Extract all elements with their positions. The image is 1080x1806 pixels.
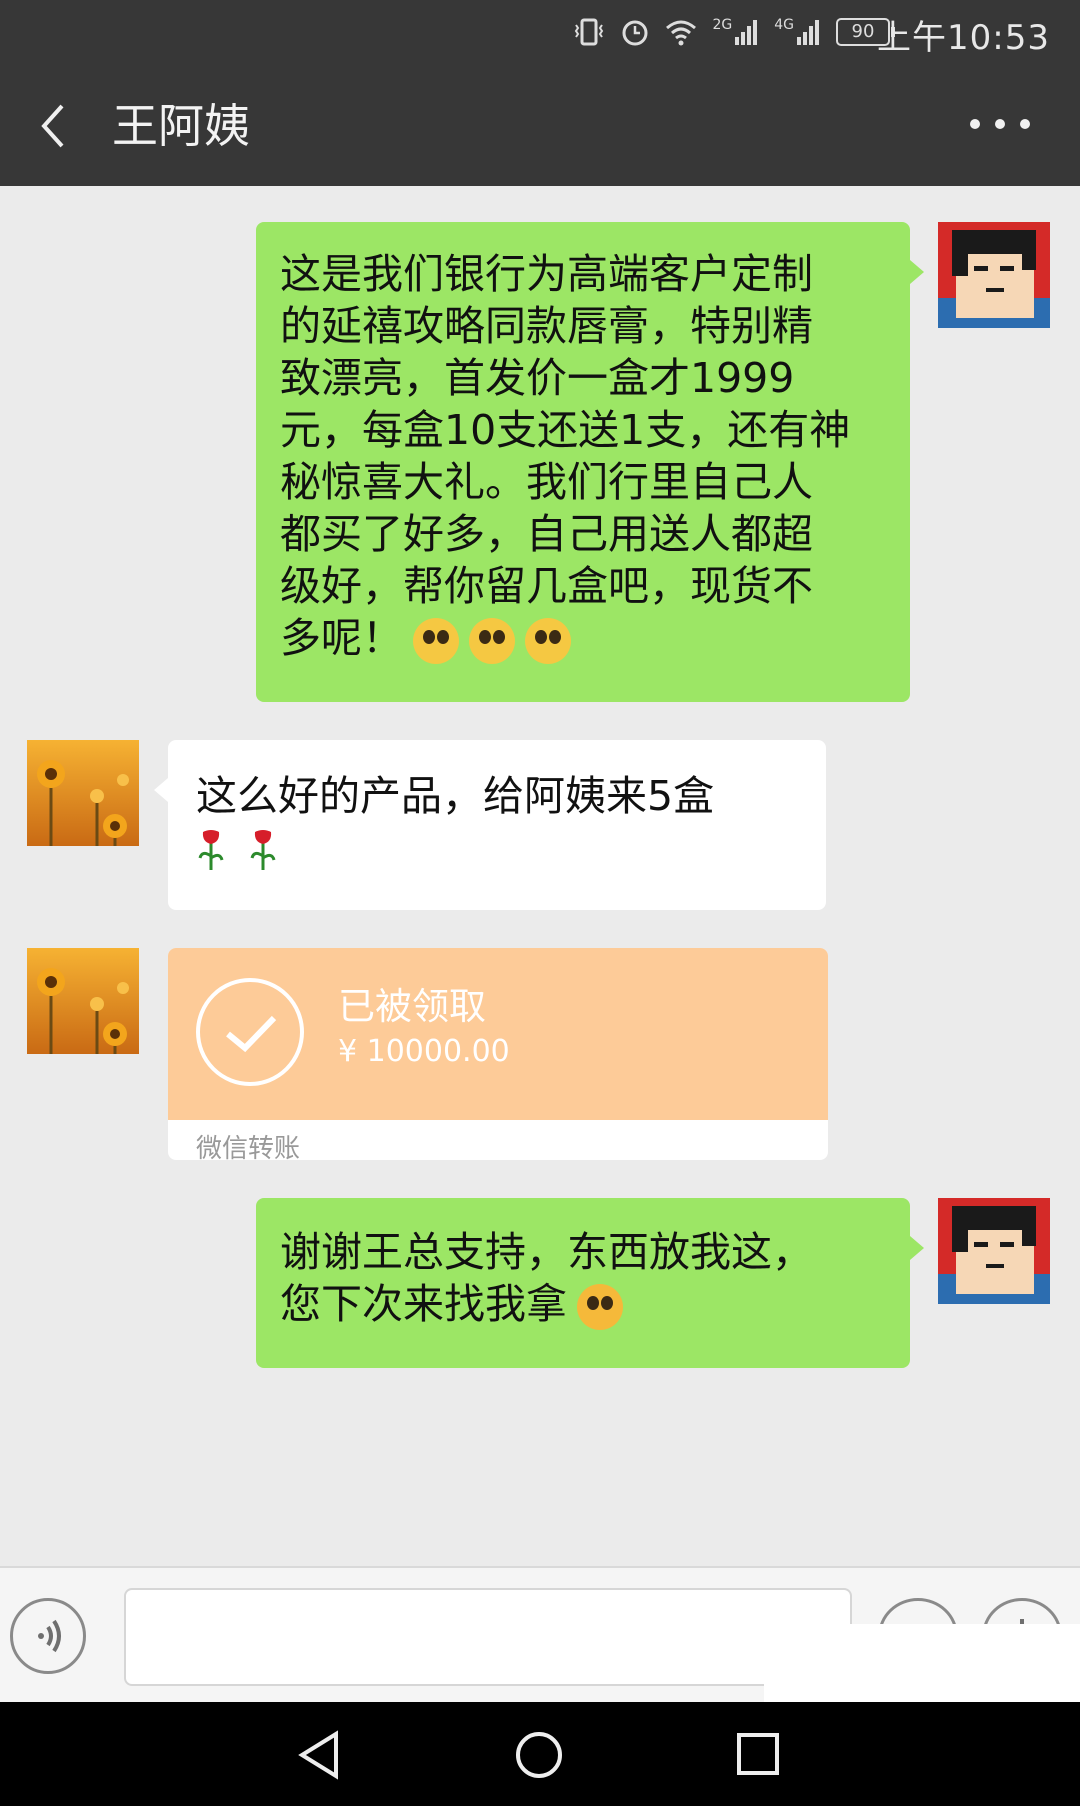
page-title: 王阿姨: [112, 99, 250, 153]
chevron-left-icon: [41, 104, 64, 148]
signal-4g-label: 4G: [774, 17, 794, 33]
signal-icon: [735, 20, 758, 45]
happy-face-icon: [413, 618, 459, 664]
message-bubble-sent[interactable]: 谢谢王总支持，东西放我这， 您下次来找我拿: [256, 1198, 924, 1368]
message-text: 谢谢王总支持，东西放我这， 您下次来找我拿: [280, 1228, 813, 1328]
dot-icon: [970, 119, 980, 129]
overlay-block: [764, 1624, 1080, 1704]
voice-input-button[interactable]: [10, 1598, 86, 1674]
status-icons: 2G 4G 90: [572, 12, 895, 52]
signal-2g-label: 2G: [712, 17, 733, 33]
dot-icon: [995, 119, 1005, 129]
vibrate-icon: [575, 18, 604, 46]
transfer-amount: ¥ 10000.00: [338, 1034, 510, 1069]
nav-back-icon[interactable]: [296, 1730, 342, 1780]
happy-face-icon: [469, 618, 515, 664]
back-button[interactable]: [30, 90, 80, 160]
wifi-icon: [666, 20, 697, 46]
nav-recents-icon[interactable]: [736, 1732, 780, 1776]
signal-icon: [797, 20, 819, 45]
transfer-status: 已被领取: [338, 985, 486, 1028]
chat-header: 王阿姨: [0, 62, 1080, 186]
transfer-card[interactable]: 已被领取 ¥ 10000.00 微信转账: [168, 948, 828, 1160]
happy-face-icon: [525, 618, 571, 664]
message-bubble-sent[interactable]: 这是我们银行为高端客户定制 的延禧攻略同款唇膏，特别精 致漂亮，首发价一盒才19…: [256, 222, 924, 702]
message-bubble-received[interactable]: 这么好的产品，给阿姨来5盒: [154, 740, 826, 910]
wink-tongue-face-icon: [577, 1284, 623, 1330]
system-nav-bar: [0, 1702, 1080, 1806]
voice-icon: [38, 1619, 61, 1653]
dot-icon: [1020, 119, 1030, 129]
check-circle-icon: [196, 978, 304, 1086]
nav-home-icon[interactable]: [514, 1730, 564, 1780]
contact-avatar[interactable]: [27, 948, 139, 1054]
rose-icon: [196, 828, 226, 872]
transfer-footer: 微信转账: [196, 1134, 301, 1160]
my-avatar[interactable]: [938, 222, 1050, 328]
message-text: 这是我们银行为高端客户定制 的延禧攻略同款唇膏，特别精 致漂亮，首发价一盒才19…: [280, 250, 851, 662]
rose-icon: [248, 828, 278, 872]
alarm-icon: [622, 20, 648, 46]
contact-avatar[interactable]: [27, 740, 139, 846]
my-avatar[interactable]: [938, 1198, 1050, 1304]
message-input[interactable]: [124, 1588, 852, 1686]
status-bar: 2G 4G 90 上午10:53: [0, 0, 1080, 62]
transfer-card-top: 已被领取 ¥ 10000.00: [168, 948, 828, 1120]
message-text: 这么好的产品，给阿姨来5盒: [196, 772, 715, 820]
more-options-button[interactable]: [970, 102, 1030, 146]
status-time: 上午10:53: [877, 18, 1050, 58]
